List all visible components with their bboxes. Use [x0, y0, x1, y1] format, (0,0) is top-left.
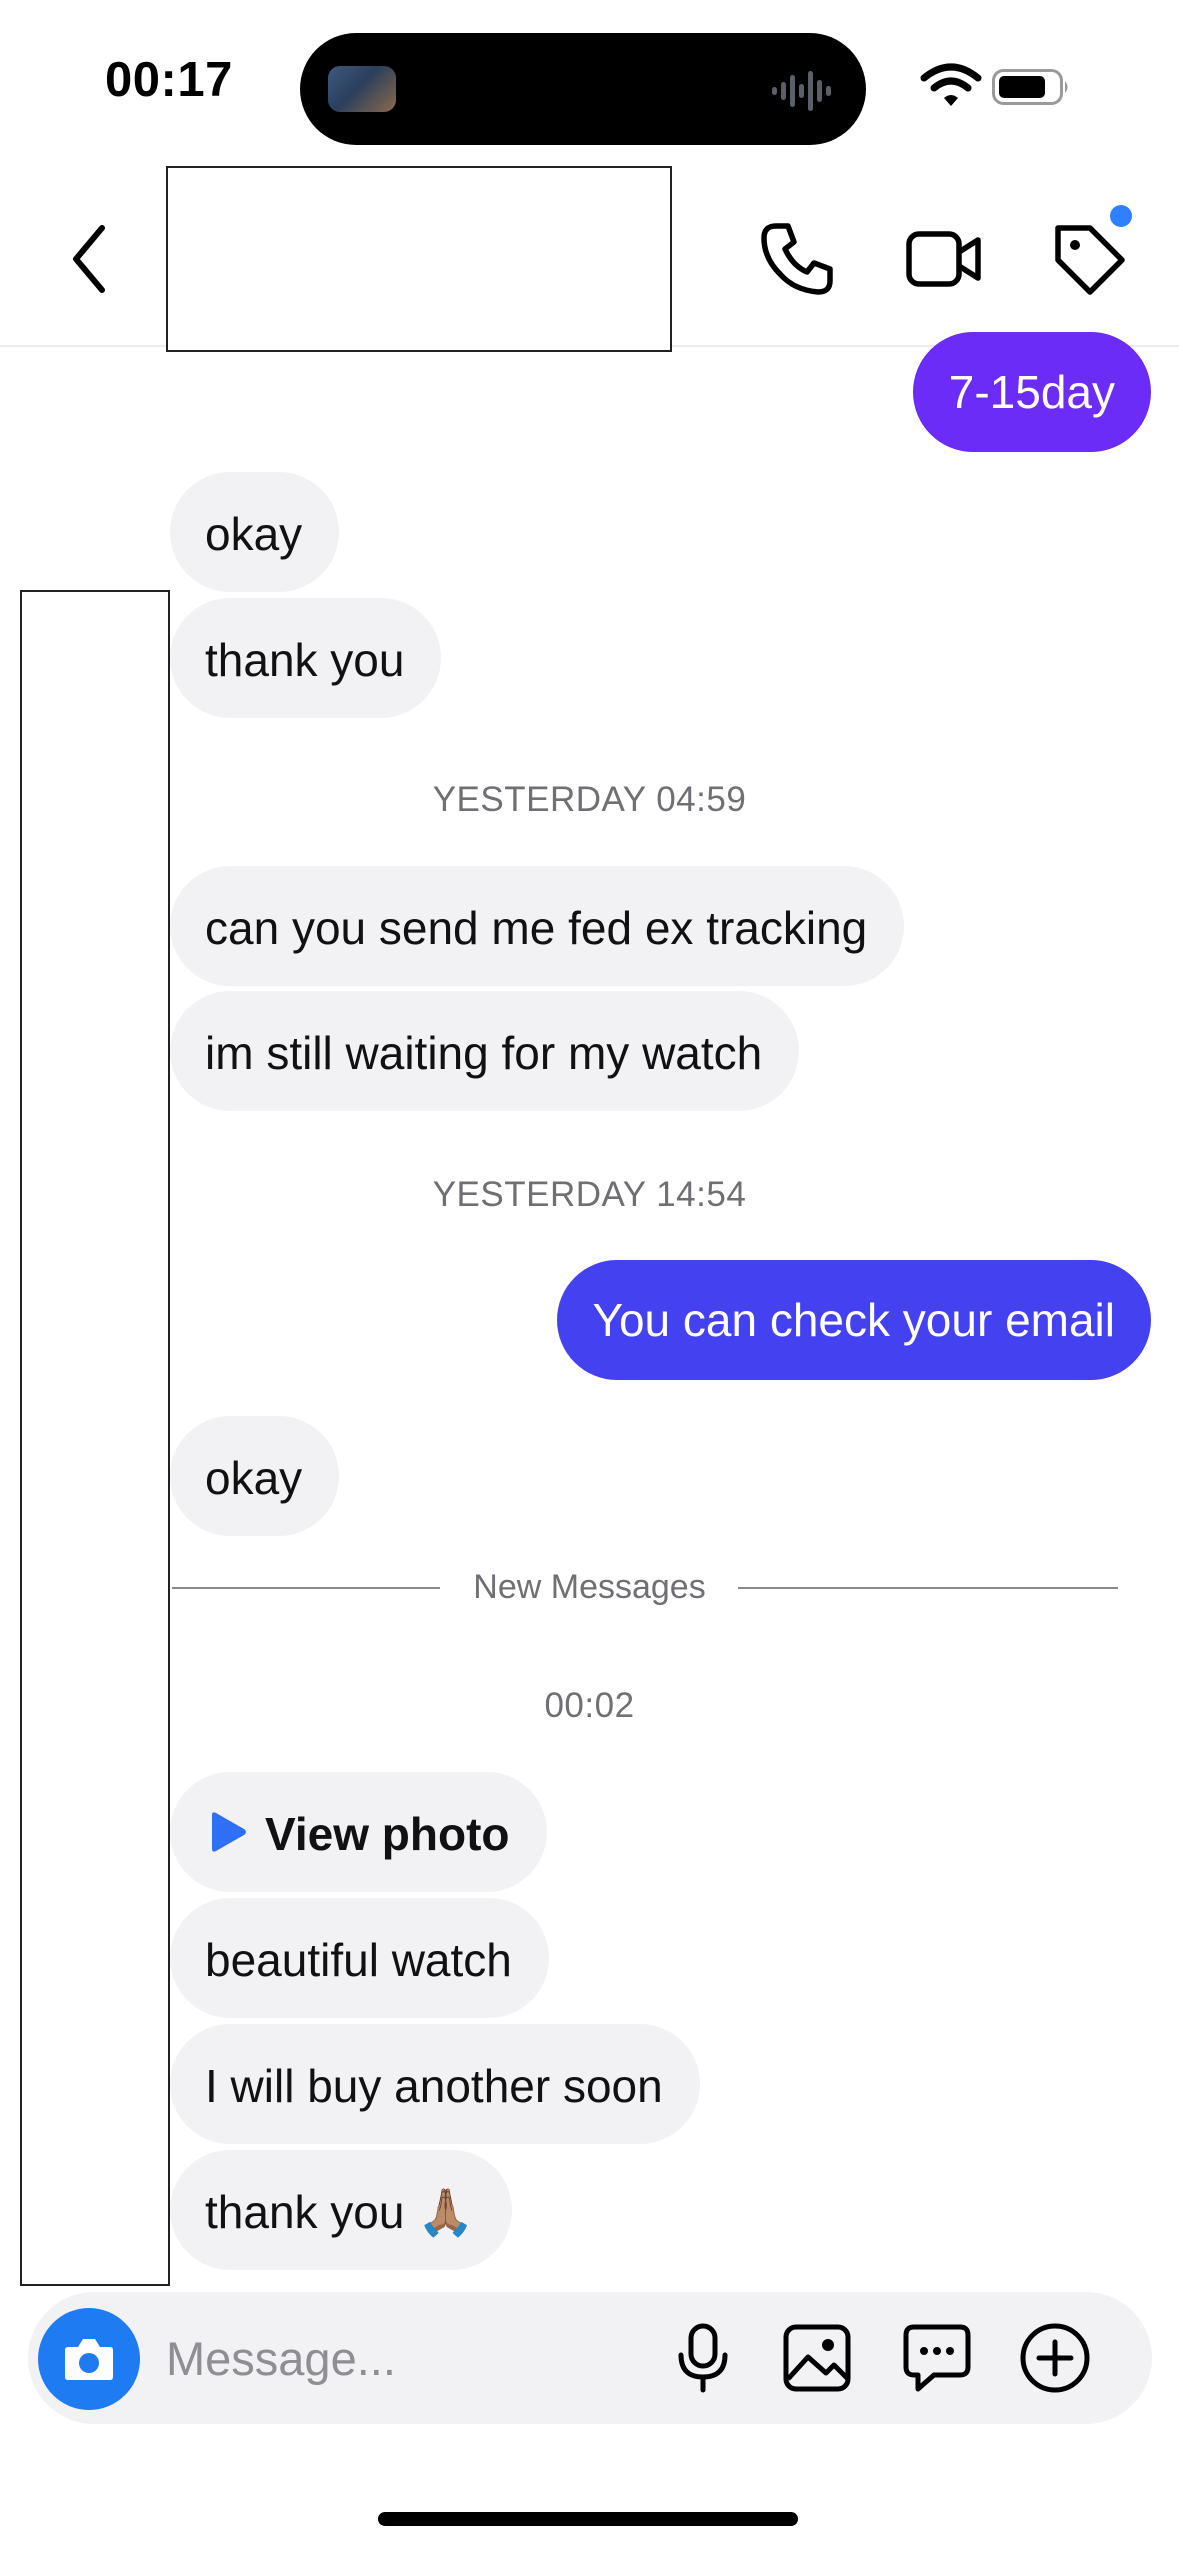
status-time: 00:17: [105, 53, 233, 107]
home-indicator[interactable]: [378, 2512, 798, 2526]
video-camera-icon[interactable]: [904, 220, 982, 298]
contact-name[interactable]: [166, 166, 672, 352]
timestamp: YESTERDAY 04:59: [432, 780, 747, 819]
sticker-icon[interactable]: [900, 2321, 974, 2395]
plus-icon[interactable]: [1018, 2321, 1092, 2395]
dynamic-island: [300, 33, 866, 145]
camera-icon: [65, 2339, 113, 2380]
view-photo-button[interactable]: View photo: [170, 1772, 547, 1892]
divider-line-right: [738, 1587, 1118, 1589]
message-incoming[interactable]: im still waiting for my watch: [170, 991, 800, 1111]
phone-icon[interactable]: [758, 220, 836, 298]
now-playing-thumbnail: [328, 66, 396, 112]
message-outgoing[interactable]: You can check your email: [556, 1260, 1151, 1380]
play-icon: [212, 1812, 246, 1852]
audio-waveform-icon: [772, 71, 831, 111]
message-incoming[interactable]: beautiful watch: [170, 1898, 549, 2018]
message-input[interactable]: [166, 2316, 646, 2400]
wifi-icon: [920, 63, 982, 106]
message-incoming[interactable]: thank you 🙏🏽: [170, 2150, 512, 2270]
tag-icon[interactable]: [1050, 220, 1128, 298]
view-photo-label: View photo: [265, 1808, 510, 1860]
battery-icon: [992, 69, 1068, 105]
microphone-icon[interactable]: [666, 2321, 740, 2395]
camera-button[interactable]: [38, 2308, 140, 2410]
back-button[interactable]: [62, 218, 122, 300]
notification-dot: [1110, 205, 1132, 227]
message-incoming[interactable]: I will buy another soon: [170, 2024, 700, 2144]
message-incoming[interactable]: thank you: [170, 598, 442, 718]
message-incoming[interactable]: okay: [170, 1416, 340, 1536]
message-outgoing[interactable]: 7-15day: [912, 332, 1151, 452]
message-incoming[interactable]: okay: [170, 472, 340, 592]
gallery-icon[interactable]: [780, 2321, 854, 2395]
message-incoming[interactable]: can you send me fed ex tracking: [170, 866, 905, 986]
avatar: [20, 590, 170, 2286]
timestamp: YESTERDAY 14:54: [432, 1175, 747, 1214]
timestamp: 00:02: [544, 1686, 635, 1725]
